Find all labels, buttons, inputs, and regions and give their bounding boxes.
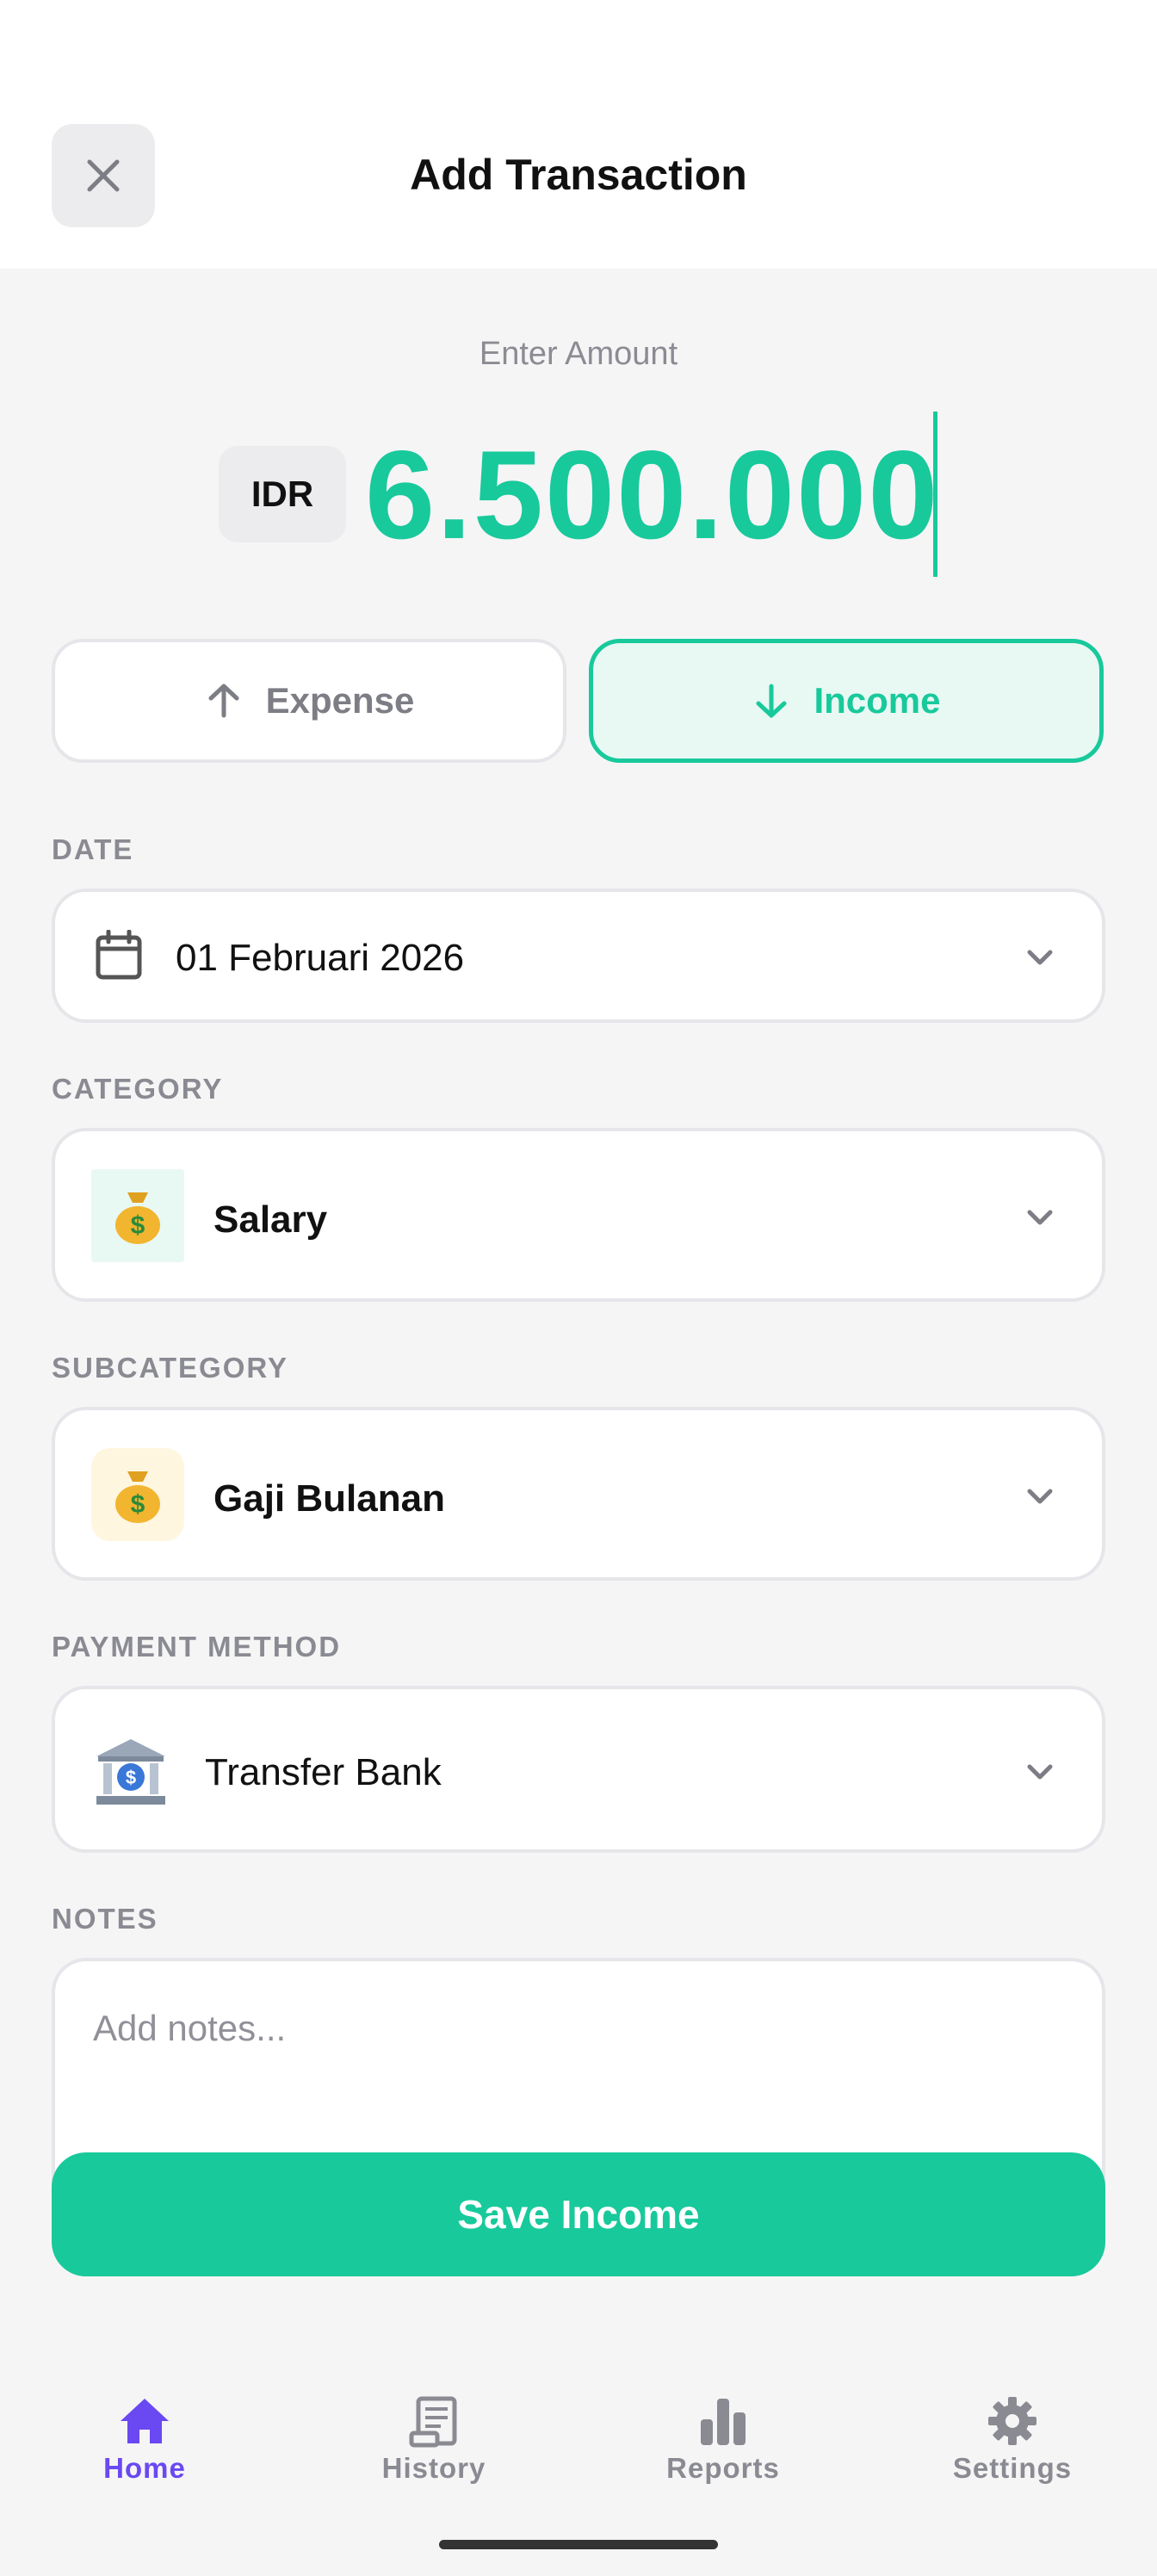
gear-icon [988,2397,1036,2445]
income-label: Income [814,680,941,721]
bar-chart-icon [701,2399,746,2445]
nav-label-reports: Reports [666,2452,780,2484]
expense-label: Expense [265,680,415,721]
money-bag-icon: $ [91,1169,184,1262]
chevron-down-icon [1027,1489,1053,1504]
nav-item-settings[interactable]: Settings [868,2376,1157,2497]
header: Add Transaction [0,0,1157,269]
receipt-icon [409,2396,457,2448]
subcategory-field[interactable]: $ Gaji Bulanan [52,1407,1105,1581]
home-indicator [439,2540,718,2549]
amount-input[interactable]: 6.500.000 [365,422,940,568]
chevron-down-icon [1027,1764,1053,1780]
notes-input[interactable] [93,2008,1040,2049]
nav-item-history[interactable]: History [289,2376,578,2497]
calendar-icon [96,930,142,980]
expense-toggle-button[interactable]: Expense [52,639,566,763]
nav-label-home: Home [103,2452,186,2484]
page-title: Add Transaction [410,151,747,199]
category-section-label: CATEGORY [52,1073,224,1105]
income-toggle-button[interactable]: Income [589,639,1104,763]
amount-label: Enter Amount [479,336,678,372]
payment-method-section-label: PAYMENT METHOD [52,1631,342,1663]
nav-item-home[interactable]: Home [0,2376,289,2497]
payment-method-value: Transfer Bank [205,1751,442,1793]
notes-section-label: NOTES [52,1903,158,1935]
arrow-up-icon [208,684,239,718]
subcategory-section-label: SUBCATEGORY [52,1352,289,1384]
date-field[interactable]: 01 Februari 2026 [52,889,1105,1023]
home-icon [121,2399,169,2443]
date-section-label: DATE [52,833,134,865]
svg-text:$: $ [131,1490,145,1519]
nav-label-settings: Settings [952,2452,1073,2484]
text-cursor [933,412,937,577]
payment-method-field[interactable]: $ Transfer Bank [52,1686,1105,1853]
chevron-down-icon [1027,950,1053,965]
category-value: Salary [213,1198,328,1241]
category-field[interactable]: $ Salary [52,1128,1105,1302]
subcategory-value: Gaji Bulanan [213,1477,445,1520]
money-bag-icon: $ [91,1448,184,1541]
bank-icon: $ [96,1739,165,1805]
save-income-button[interactable]: Save Income [52,2152,1105,2276]
svg-text:$: $ [126,1767,136,1788]
nav-item-reports[interactable]: Reports [578,2376,868,2497]
currency-badge[interactable]: IDR [219,446,346,542]
date-value: 01 Februari 2026 [176,937,465,979]
nav-label-history: History [381,2452,486,2484]
arrow-down-icon [756,684,787,718]
chevron-down-icon [1027,1210,1053,1225]
svg-text:$: $ [131,1211,145,1240]
